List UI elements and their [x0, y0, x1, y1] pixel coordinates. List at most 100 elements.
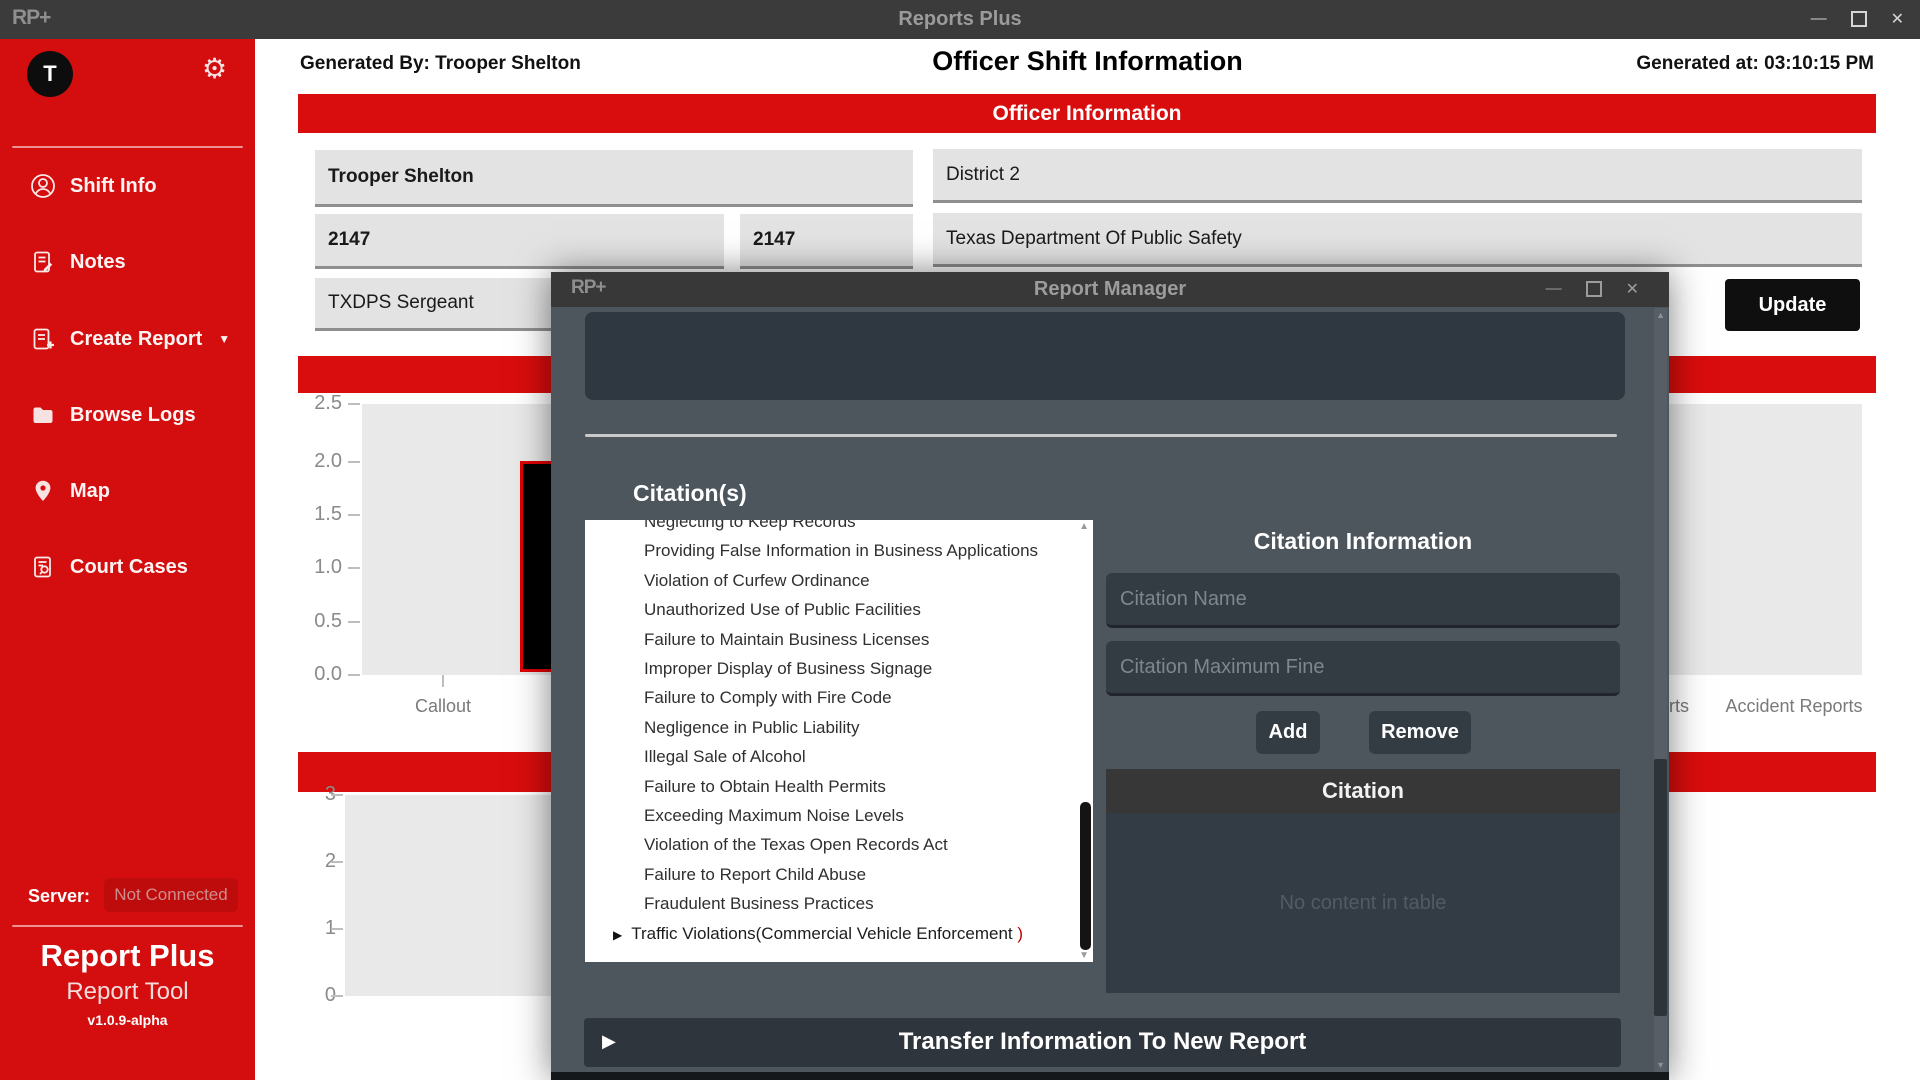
citation-list-item[interactable]: Fraudulent Business Practices: [585, 889, 1093, 918]
map-pin-icon: [30, 478, 56, 504]
sidebar-item-shift-info[interactable]: Shift Info: [0, 165, 255, 207]
tree-expand-icon[interactable]: ▶: [613, 928, 622, 942]
citation-name-input[interactable]: [1106, 573, 1620, 628]
report-notes-textarea[interactable]: [585, 312, 1625, 400]
add-button[interactable]: Add: [1256, 711, 1320, 754]
x-tick-mark: [442, 675, 444, 687]
list-scroll-up-icon[interactable]: ▲: [1079, 521, 1089, 532]
modal-close-button[interactable]: ✕: [1626, 279, 1639, 299]
modal-scrollbar-thumb[interactable]: [1654, 759, 1667, 1016]
sidebar-item-label: Shift Info: [70, 175, 157, 198]
sidebar-item-notes[interactable]: Notes: [0, 241, 255, 283]
tick-mark: [331, 928, 343, 930]
sidebar-item-court-cases[interactable]: Court Cases: [0, 546, 255, 588]
tick-mark: [331, 861, 343, 863]
y-tick: 0: [280, 984, 336, 1007]
transfer-label: Transfer Information To New Report: [584, 1028, 1621, 1056]
modal-scroll-down-icon[interactable]: ▼: [1656, 1060, 1665, 1070]
sidebar: T ⚙ Shift Info Notes Create Report ▼: [0, 39, 255, 1080]
gear-icon[interactable]: ⚙: [202, 55, 227, 83]
y-tick: 2: [280, 850, 336, 873]
citation-list-item[interactable]: Failure to Obtain Health Permits: [585, 772, 1093, 801]
department-field[interactable]: Texas Department Of Public Safety: [933, 213, 1862, 267]
tick-mark: [348, 621, 360, 623]
empty-table-text: No content in table: [1280, 892, 1447, 915]
citation-table-body: No content in table: [1106, 813, 1620, 993]
avatar[interactable]: T: [27, 51, 73, 97]
list-scrollbar-thumb[interactable]: [1080, 802, 1091, 950]
generated-at-label: Generated at: 03:10:15 PM: [1636, 53, 1874, 75]
officer-information-banner: Officer Information: [298, 94, 1876, 133]
modal-minimize-button[interactable]: —: [1546, 280, 1562, 298]
minimize-button[interactable]: —: [1811, 10, 1827, 28]
y-tick: 1.0: [286, 556, 342, 579]
citation-list-item[interactable]: Unauthorized Use of Public Facilities: [585, 595, 1093, 624]
y-tick: 0.0: [286, 663, 342, 686]
x-label-cut: rts: [1669, 696, 1703, 717]
sidebar-divider: [12, 146, 243, 148]
y-tick: 0.5: [286, 610, 342, 633]
y-tick: 2.0: [286, 450, 342, 473]
citations-list[interactable]: Neglecting to Keep Records Providing Fal…: [585, 520, 1093, 962]
y-tick: 1.5: [286, 503, 342, 526]
x-label-callout: Callout: [388, 696, 498, 717]
citation-list-item[interactable]: Violation of Curfew Ordinance: [585, 566, 1093, 595]
citation-table-header: Citation: [1106, 769, 1620, 813]
citation-tree-item[interactable]: ▶ Traffic Violations(Commercial Vehicle E…: [585, 919, 1093, 950]
sidebar-item-create-report[interactable]: Create Report ▼: [0, 318, 255, 360]
citations-heading: Citation(s): [633, 480, 747, 507]
server-status-badge: Not Connected: [104, 878, 238, 912]
citation-list-item[interactable]: Illegal Sale of Alcohol: [585, 742, 1093, 771]
brand-subtitle: Report Tool: [0, 978, 255, 1006]
y-tick: 2.5: [286, 392, 342, 415]
maximize-button[interactable]: [1851, 11, 1867, 27]
remove-button[interactable]: Remove: [1369, 711, 1471, 754]
chevron-down-icon: ▼: [218, 332, 230, 346]
citation-list-item[interactable]: Neglecting to Keep Records: [585, 520, 1093, 536]
sidebar-item-label: Court Cases: [70, 556, 188, 579]
tree-item-label: Traffic Violations(Commercial Vehicle En…: [631, 924, 1017, 943]
court-cases-icon: [30, 554, 56, 580]
list-scroll-down-icon[interactable]: ▼: [1079, 950, 1089, 961]
district-field[interactable]: District 2: [933, 149, 1862, 203]
citation-list-item[interactable]: Failure to Comply with Fire Code: [585, 683, 1093, 712]
sidebar-item-label: Browse Logs: [70, 404, 196, 427]
modal-maximize-button[interactable]: [1586, 281, 1602, 297]
unit-number-field[interactable]: 2147: [740, 214, 913, 269]
modal-bottom-edge: [551, 1072, 1669, 1080]
y-tick: 3: [280, 783, 336, 806]
citation-list-item[interactable]: Failure to Maintain Business Licenses: [585, 625, 1093, 654]
tree-item-suffix: ): [1017, 924, 1023, 943]
badge-number-field[interactable]: 2147: [315, 214, 724, 269]
folder-icon: [30, 402, 56, 428]
tick-mark: [348, 514, 360, 516]
y-tick: 1: [280, 917, 336, 940]
sidebar-item-label: Create Report: [70, 328, 202, 351]
citation-list-item[interactable]: Improper Display of Business Signage: [585, 654, 1093, 683]
citation-list-item[interactable]: Violation of the Texas Open Records Act: [585, 830, 1093, 859]
close-button[interactable]: ✕: [1891, 9, 1904, 29]
citation-list-item[interactable]: Providing False Information in Business …: [585, 536, 1093, 565]
citation-table: Citation No content in table: [1106, 769, 1620, 993]
sidebar-item-map[interactable]: Map: [0, 470, 255, 512]
officer-name-field[interactable]: Trooper Shelton: [315, 150, 913, 207]
create-report-icon: [30, 326, 56, 352]
modal-titlebar: RP+ Report Manager — ✕: [551, 272, 1669, 307]
sidebar-item-browse-logs[interactable]: Browse Logs: [0, 394, 255, 436]
sidebar-divider: [12, 925, 243, 927]
modal-scroll-up-icon[interactable]: ▲: [1656, 310, 1665, 320]
citation-list-item[interactable]: Negligence in Public Liability: [585, 713, 1093, 742]
server-label: Server:: [28, 886, 90, 907]
sidebar-item-label: Notes: [70, 251, 126, 274]
citation-list-item[interactable]: Failure to Report Child Abuse: [585, 860, 1093, 889]
modal-title: Report Manager: [551, 278, 1669, 301]
app-title: Reports Plus: [0, 8, 1920, 31]
transfer-information-button[interactable]: ▶ Transfer Information To New Report: [584, 1018, 1621, 1067]
person-icon: [30, 173, 56, 199]
update-button[interactable]: Update: [1725, 279, 1860, 331]
citation-max-fine-input[interactable]: [1106, 641, 1620, 696]
version-label: v1.0.9-alpha: [0, 1012, 255, 1028]
app-titlebar: RP+ Reports Plus — ✕: [0, 0, 1920, 39]
citation-list-item[interactable]: Exceeding Maximum Noise Levels: [585, 801, 1093, 830]
tick-mark: [331, 995, 343, 997]
